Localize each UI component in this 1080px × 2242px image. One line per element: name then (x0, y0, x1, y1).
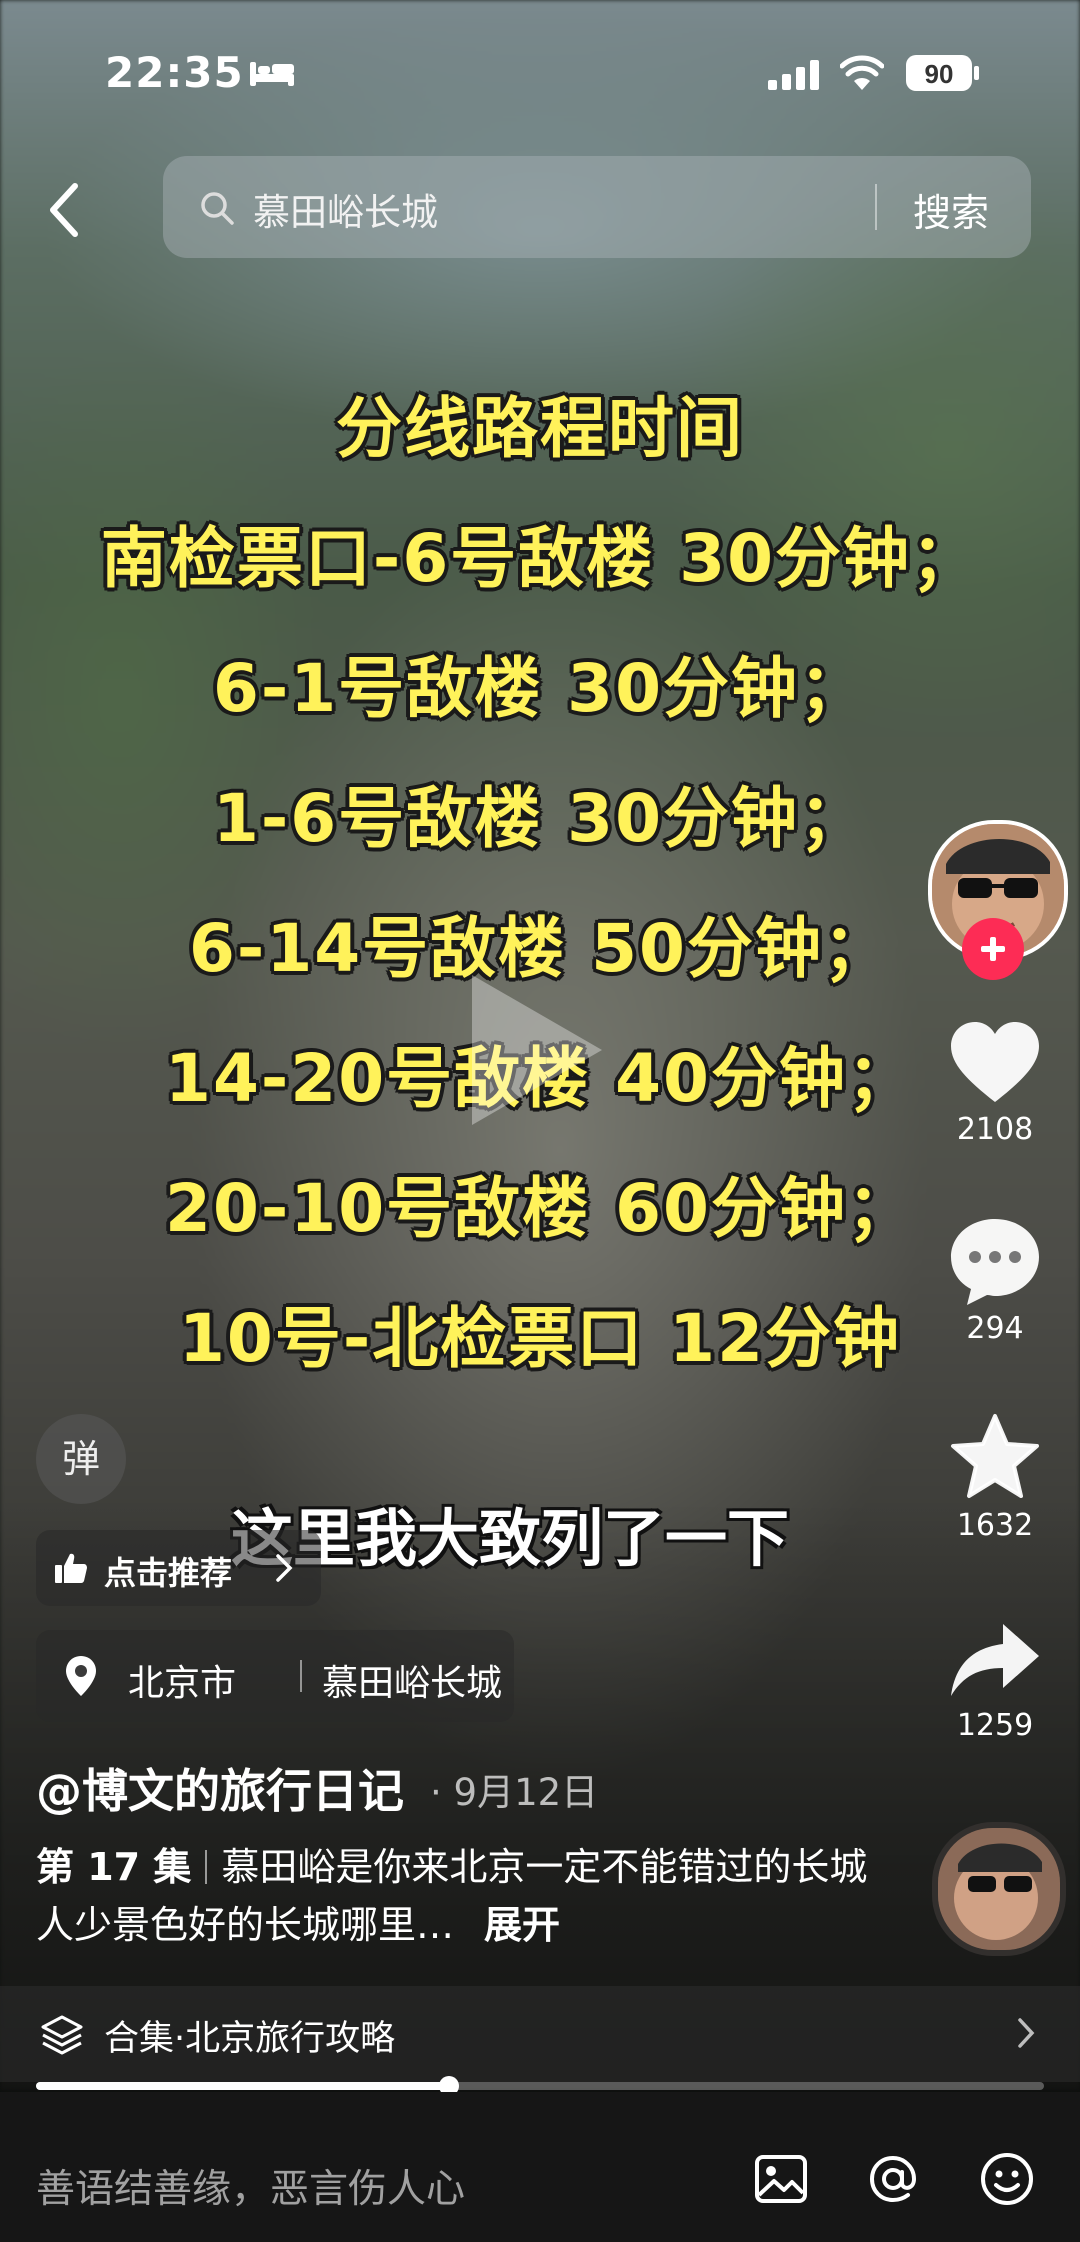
cellular-signal-icon (768, 60, 819, 90)
music-cover-image (938, 1828, 1060, 1950)
caption-line: 1-6号敌楼 30分钟； (212, 780, 868, 857)
svg-text:90: 90 (925, 59, 954, 89)
music-disc[interactable] (932, 1822, 1066, 1956)
collection-bar[interactable]: 合集·北京旅行攻略 (0, 1986, 1080, 2082)
comment-bar: 善语结善缘，恶言伤人心 (0, 2092, 1080, 2242)
search-divider (875, 184, 877, 230)
description-divider (205, 1850, 208, 1884)
like-count: 2108 (956, 1112, 1034, 1147)
author-name[interactable]: @博文的旅行日记 (36, 1755, 404, 1821)
image-icon[interactable] (752, 2150, 810, 2208)
location-city: 北京市 (128, 1663, 237, 1704)
progress-fill (36, 2082, 450, 2090)
chevron-right-icon (276, 1554, 293, 1582)
search-bar[interactable]: 慕田峪长城 搜索 (163, 156, 1031, 258)
sleep-mode-icon (250, 62, 294, 86)
status-time: 22:35 (105, 48, 244, 97)
caption-line: 南检票口-6号敌楼 30分钟； (100, 520, 980, 597)
search-query[interactable]: 慕田峪长城 (253, 182, 438, 236)
recommend-label: 点击推荐 (104, 1554, 233, 1592)
recommend-button[interactable]: 点击推荐 (36, 1530, 321, 1606)
favorite-action[interactable]: 1632 (920, 1412, 1070, 1543)
comment-icon (951, 1219, 1039, 1305)
thumbs-up-icon (55, 1553, 87, 1583)
battery-icon: 90 (906, 55, 979, 91)
share-action[interactable]: 1259 (920, 1620, 1070, 1743)
play-icon[interactable] (462, 965, 612, 1135)
mention-icon[interactable] (864, 2150, 922, 2208)
danmu-toggle-button[interactable]: 弹 (36, 1414, 126, 1504)
location-place: 慕田峪长城 (322, 1663, 503, 1704)
collection-label: 合集·北京旅行攻略 (104, 2019, 396, 2059)
caption-line: 20-10号敌楼 60分钟； (165, 1170, 915, 1247)
follow-button[interactable] (962, 918, 1024, 980)
star-icon (951, 1414, 1039, 1498)
search-icon (201, 192, 234, 225)
search-button[interactable]: 搜索 (913, 182, 989, 237)
location-divider (300, 1660, 302, 1692)
status-bar: 22:35 90 (0, 40, 1080, 110)
caption-line: 10号-北检票口 12分钟 (178, 1300, 902, 1377)
plus-icon (981, 937, 1005, 961)
share-arrow-icon (951, 1624, 1039, 1696)
layers-icon (41, 2015, 83, 2055)
caption-title: 分线路程时间 (336, 390, 744, 467)
back-arrow-icon[interactable] (45, 180, 85, 240)
emoji-icon[interactable] (978, 2150, 1036, 2208)
chevron-right-icon (1018, 2018, 1035, 2048)
comment-action[interactable]: 294 (920, 1215, 1070, 1346)
comment-input[interactable]: 善语结善缘，恶言伤人心 (36, 2158, 465, 2214)
location-tag[interactable]: 北京市 慕田峪长城 (36, 1630, 514, 1722)
post-date: · 9月12日 (430, 1771, 599, 1814)
video-progress-bar[interactable] (36, 2076, 1044, 2096)
video-description[interactable]: 第 17 集慕田峪是你来北京一定不能错过的长城 人少景色好的长城哪里… 展开 (36, 1838, 876, 1954)
heart-icon (951, 1022, 1039, 1102)
share-count: 1259 (956, 1708, 1034, 1743)
wifi-icon (840, 55, 884, 90)
favorite-count: 1632 (956, 1508, 1034, 1543)
location-pin-icon (66, 1656, 96, 1696)
episode-label[interactable]: 第 17 集 (36, 1845, 191, 1889)
like-action[interactable]: 2108 (920, 1018, 1070, 1147)
expand-button[interactable]: 展开 (484, 1903, 560, 1947)
comment-count: 294 (966, 1311, 1024, 1346)
caption-line: 6-1号敌楼 30分钟； (212, 650, 868, 727)
